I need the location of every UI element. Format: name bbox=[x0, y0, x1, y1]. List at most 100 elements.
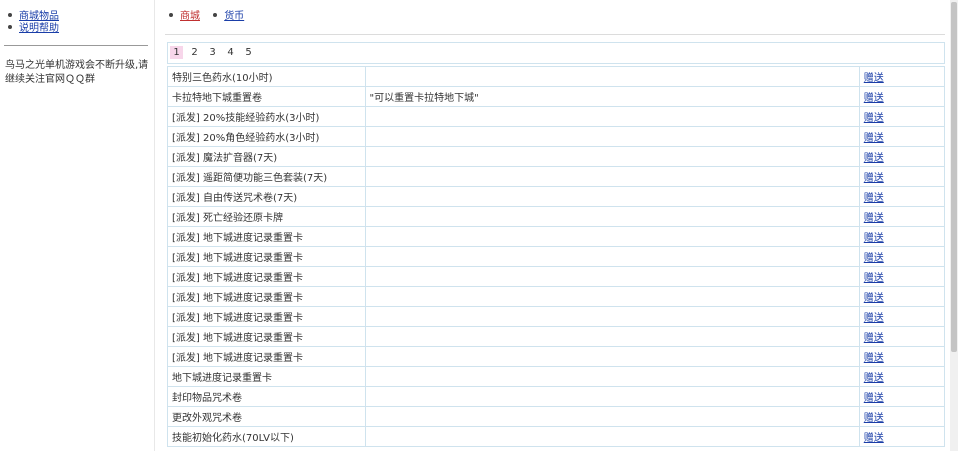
item-name-cell: 特别三色药水(10小时) bbox=[167, 66, 366, 87]
item-action-cell: 赠送 bbox=[858, 66, 946, 87]
gift-link[interactable]: 赠送 bbox=[864, 73, 884, 84]
tab-divider bbox=[165, 34, 945, 35]
table-row: [派发] 20%角色经验药水(3小时) 赠送 bbox=[167, 126, 946, 147]
item-desc-cell: "可以重置卡拉特地下城" bbox=[364, 86, 860, 107]
item-action-cell: 赠送 bbox=[858, 86, 946, 107]
scrollbar-thumb[interactable] bbox=[951, 2, 957, 352]
item-desc-cell bbox=[364, 226, 860, 247]
table-row: [派发] 地下城进度记录重置卡 赠送 bbox=[167, 226, 946, 247]
sidebar-item-shop: 商城物品 bbox=[8, 11, 59, 23]
item-desc-cell bbox=[364, 426, 860, 447]
tab-bar: 商城 货币 bbox=[165, 10, 250, 24]
gift-link[interactable]: 赠送 bbox=[864, 173, 884, 184]
item-desc-cell bbox=[364, 246, 860, 267]
tab-shop[interactable]: 商城 bbox=[180, 11, 200, 22]
gift-link[interactable]: 赠送 bbox=[864, 293, 884, 304]
item-desc-cell bbox=[364, 406, 860, 427]
item-name-cell: [派发] 地下城进度记录重置卡 bbox=[167, 346, 366, 367]
table-row: 技能初始化药水(70LV以下) 赠送 bbox=[167, 426, 946, 447]
page-button-1[interactable]: 1 bbox=[170, 46, 183, 59]
bullet-icon bbox=[213, 13, 218, 17]
gift-link[interactable]: 赠送 bbox=[864, 253, 884, 264]
item-name-cell: [派发] 地下城进度记录重置卡 bbox=[167, 266, 366, 287]
item-desc-cell bbox=[364, 386, 860, 407]
gift-link[interactable]: 赠送 bbox=[864, 413, 884, 424]
table-row: [派发] 地下城进度记录重置卡 赠送 bbox=[167, 326, 946, 347]
item-action-cell: 赠送 bbox=[858, 326, 946, 347]
item-desc-cell bbox=[364, 126, 860, 147]
item-action-cell: 赠送 bbox=[858, 206, 946, 227]
gift-link[interactable]: 赠送 bbox=[864, 113, 884, 124]
scrollbar[interactable] bbox=[950, 0, 958, 451]
item-action-cell: 赠送 bbox=[858, 226, 946, 247]
item-name-cell: 卡拉特地下城重置卷 bbox=[167, 86, 366, 107]
gift-link[interactable]: 赠送 bbox=[864, 433, 884, 444]
pagination-box bbox=[167, 42, 945, 64]
gift-link[interactable]: 赠送 bbox=[864, 333, 884, 344]
gift-link[interactable]: 赠送 bbox=[864, 353, 884, 364]
item-name-cell: [派发] 死亡经验还原卡牌 bbox=[167, 206, 366, 227]
bullet-icon bbox=[8, 25, 12, 29]
item-table-body: 特别三色药水(10小时) 赠送 卡拉特地下城重置卷 "可以重置卡拉特地下城" 赠送 [派发… bbox=[167, 66, 946, 447]
gift-link[interactable]: 赠送 bbox=[864, 153, 884, 164]
gift-link[interactable]: 赠送 bbox=[864, 93, 884, 104]
item-name-cell: [派发] 地下城进度记录重置卡 bbox=[167, 246, 366, 267]
sidebar-notice: 鸟马之光单机游戏会不断升级,请继续关注官网ＱＱ群 bbox=[5, 60, 149, 85]
item-name-cell: [派发] 地下城进度记录重置卡 bbox=[167, 326, 366, 347]
item-desc-cell bbox=[364, 106, 860, 127]
item-name-cell: [派发] 20%角色经验药水(3小时) bbox=[167, 126, 366, 147]
gift-link[interactable]: 赠送 bbox=[864, 373, 884, 384]
table-row: 卡拉特地下城重置卷 "可以重置卡拉特地下城" 赠送 bbox=[167, 86, 946, 107]
item-action-cell: 赠送 bbox=[858, 306, 946, 327]
item-desc-cell bbox=[364, 186, 860, 207]
sidebar-link-help[interactable]: 说明帮助 bbox=[19, 23, 59, 34]
item-action-cell: 赠送 bbox=[858, 366, 946, 387]
item-desc-cell bbox=[364, 346, 860, 367]
item-name-cell: 更改外观咒术卷 bbox=[167, 406, 366, 427]
item-action-cell: 赠送 bbox=[858, 126, 946, 147]
item-action-cell: 赠送 bbox=[858, 426, 946, 447]
gift-link[interactable]: 赠送 bbox=[864, 273, 884, 284]
item-action-cell: 赠送 bbox=[858, 266, 946, 287]
item-name-cell: [派发] 地下城进度记录重置卡 bbox=[167, 226, 366, 247]
item-name-cell: [派发] 遥距简便功能三色套装(7天) bbox=[167, 166, 366, 187]
item-name-cell: [派发] 自由传送咒术卷(7天) bbox=[167, 186, 366, 207]
item-action-cell: 赠送 bbox=[858, 106, 946, 127]
table-row: 更改外观咒术卷 赠送 bbox=[167, 406, 946, 427]
gift-link[interactable]: 赠送 bbox=[864, 213, 884, 224]
gift-link[interactable]: 赠送 bbox=[864, 193, 884, 204]
item-table: 特别三色药水(10小时) 赠送 卡拉特地下城重置卷 "可以重置卡拉特地下城" 赠送 [派发… bbox=[167, 66, 946, 447]
table-row: [派发] 地下城进度记录重置卡 赠送 bbox=[167, 346, 946, 367]
table-row: [派发] 地下城进度记录重置卡 赠送 bbox=[167, 266, 946, 287]
sidebar-item-help: 说明帮助 bbox=[8, 23, 59, 35]
sidebar-link-shop[interactable]: 商城物品 bbox=[19, 11, 59, 22]
item-action-cell: 赠送 bbox=[858, 346, 946, 367]
gift-link[interactable]: 赠送 bbox=[864, 393, 884, 404]
item-action-cell: 赠送 bbox=[858, 246, 946, 267]
page-button-4[interactable]: 4 bbox=[224, 46, 237, 59]
table-row: [派发] 地下城进度记录重置卡 赠送 bbox=[167, 286, 946, 307]
table-row: [派发] 地下城进度记录重置卡 赠送 bbox=[167, 306, 946, 327]
item-name-cell: [派发] 20%技能经验药水(3小时) bbox=[167, 106, 366, 127]
item-desc-cell bbox=[364, 206, 860, 227]
sidebar-menu: 商城物品 说明帮助 bbox=[8, 11, 59, 35]
item-action-cell: 赠送 bbox=[858, 386, 946, 407]
item-desc-cell bbox=[364, 266, 860, 287]
item-name-cell: 地下城进度记录重置卡 bbox=[167, 366, 366, 387]
item-name-cell: [派发] 魔法扩音器(7天) bbox=[167, 146, 366, 167]
page-button-2[interactable]: 2 bbox=[188, 46, 201, 59]
tab-currency[interactable]: 货币 bbox=[224, 11, 244, 22]
table-row: [派发] 自由传送咒术卷(7天) 赠送 bbox=[167, 186, 946, 207]
gift-link[interactable]: 赠送 bbox=[864, 133, 884, 144]
page-button-5[interactable]: 5 bbox=[242, 46, 255, 59]
table-row: [派发] 地下城进度记录重置卡 赠送 bbox=[167, 246, 946, 267]
table-row: [派发] 魔法扩音器(7天) 赠送 bbox=[167, 146, 946, 167]
gift-link[interactable]: 赠送 bbox=[864, 313, 884, 324]
gift-link[interactable]: 赠送 bbox=[864, 233, 884, 244]
item-desc-cell bbox=[364, 66, 860, 87]
item-name-cell: 技能初始化药水(70LV以下) bbox=[167, 426, 366, 447]
item-name-cell: 封印物品咒术卷 bbox=[167, 386, 366, 407]
page-button-3[interactable]: 3 bbox=[206, 46, 219, 59]
table-row: 封印物品咒术卷 赠送 bbox=[167, 386, 946, 407]
table-row: [派发] 遥距简便功能三色套装(7天) 赠送 bbox=[167, 166, 946, 187]
